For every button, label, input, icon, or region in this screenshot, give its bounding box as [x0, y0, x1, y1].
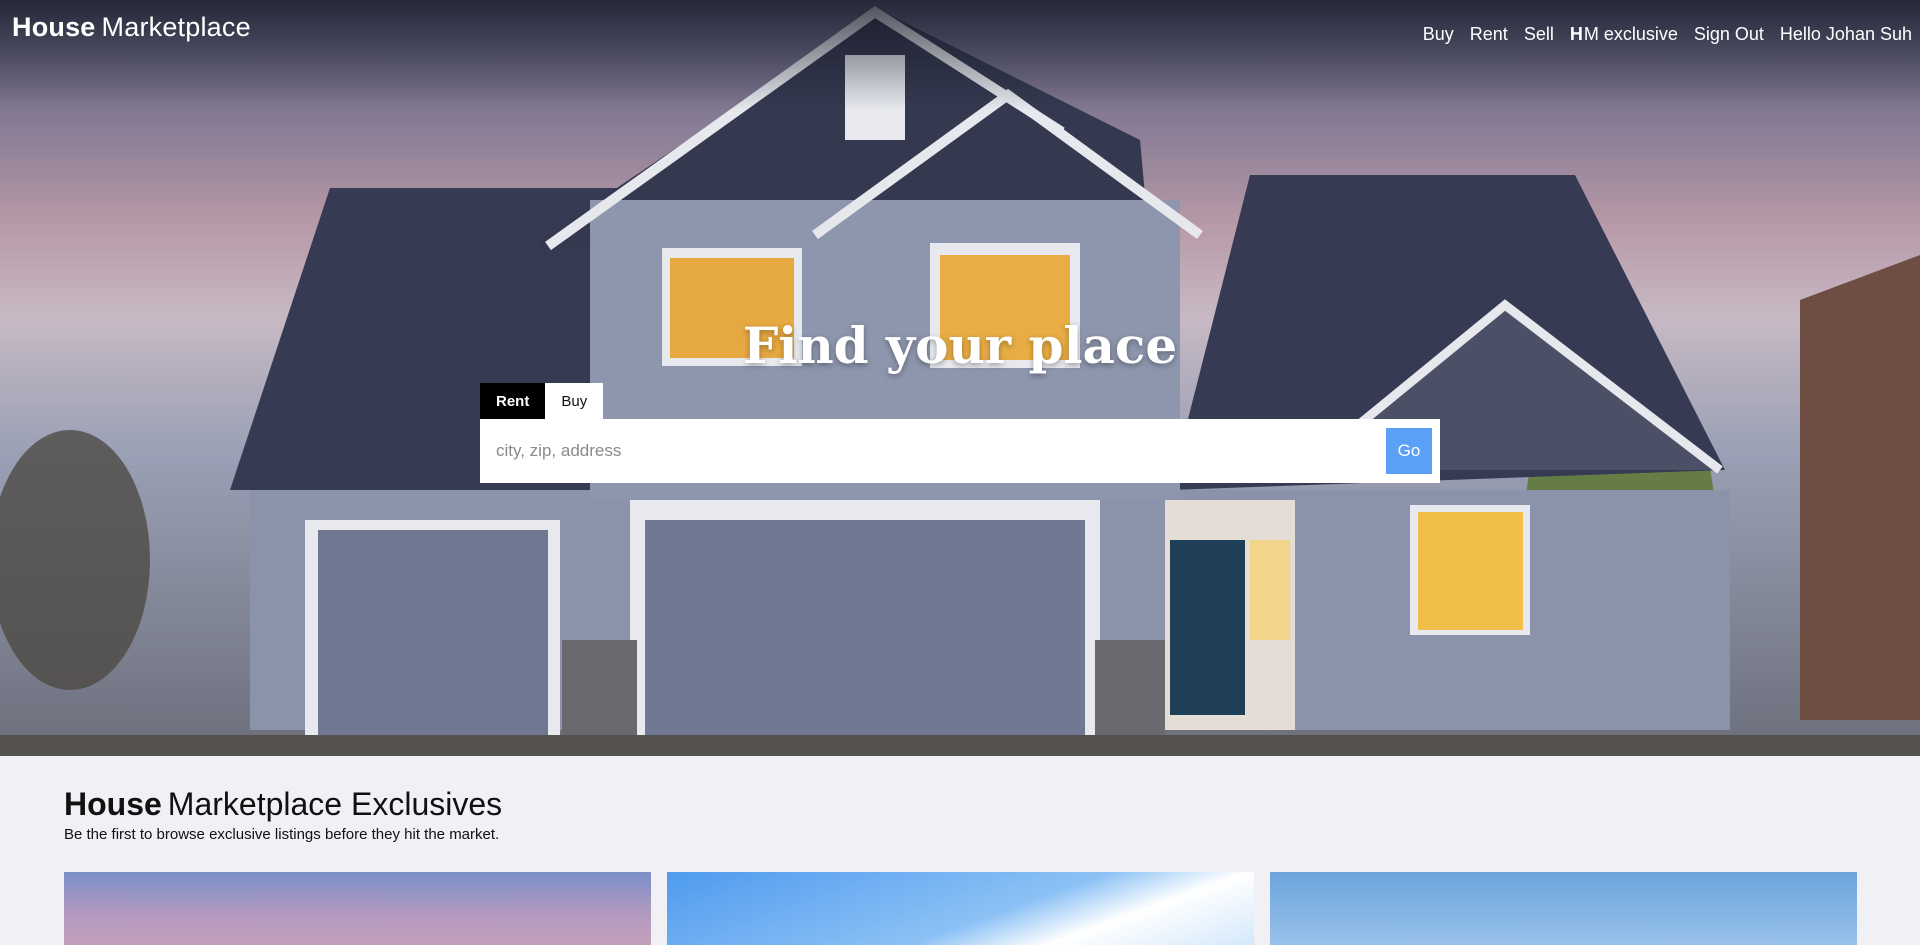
- brand-logo-regular: Marketplace: [101, 12, 251, 42]
- exclusive-listings: [64, 872, 1857, 945]
- exclusives-title: House Marketplace Exclusives: [64, 786, 502, 823]
- exclusives-title-bold: House: [64, 786, 162, 822]
- hero-top-gradient: [0, 0, 1920, 110]
- hm-logo-icon: H: [1569, 24, 1583, 44]
- nav-hm-exclusive-label: M exclusive: [1583, 24, 1678, 44]
- tab-buy[interactable]: Buy: [545, 383, 604, 419]
- search-bar: Go: [480, 419, 1440, 483]
- hero-headline: Find your place: [742, 316, 1178, 375]
- nav-buy-link[interactable]: Buy: [1423, 24, 1454, 45]
- listing-card-image[interactable]: [667, 872, 1254, 945]
- go-button[interactable]: Go: [1386, 428, 1432, 474]
- hero-banner: [0, 0, 1920, 756]
- house-hero-image: [0, 5, 1920, 756]
- search-mode-tabs: Rent Buy: [480, 383, 604, 419]
- brand-logo[interactable]: House Marketplace: [12, 12, 251, 43]
- nav-hm-exclusive-link[interactable]: HM exclusive: [1570, 24, 1678, 45]
- tab-rent[interactable]: Rent: [480, 383, 546, 419]
- nav-sign-out-link[interactable]: Sign Out: [1694, 24, 1764, 45]
- search-input[interactable]: [480, 419, 1386, 483]
- nav-sell-link[interactable]: Sell: [1524, 24, 1554, 45]
- exclusives-subtitle: Be the first to browse exclusive listing…: [64, 826, 500, 843]
- top-nav: Buy Rent Sell HM exclusive Sign Out Hell…: [1423, 24, 1912, 45]
- listing-card-image[interactable]: [1270, 872, 1857, 945]
- brand-logo-bold: House: [12, 12, 96, 42]
- exclusives-title-regular: Marketplace Exclusives: [167, 786, 503, 822]
- listing-card-image[interactable]: [64, 872, 651, 945]
- nav-rent-link[interactable]: Rent: [1470, 24, 1508, 45]
- nav-user-greeting[interactable]: Hello Johan Suh: [1780, 24, 1912, 45]
